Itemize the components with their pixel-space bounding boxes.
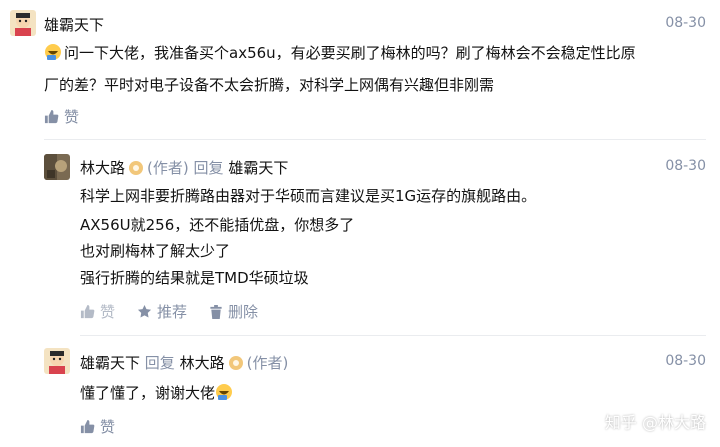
comment-line: 强行折腾的结果就是TMD华硕垃圾 xyxy=(80,269,309,287)
comment-date: 08-30 xyxy=(665,353,706,369)
comment-line: 也对刷梅林了解太少了 xyxy=(80,242,231,260)
comment-author[interactable]: 雄霸天下 xyxy=(80,354,140,372)
like-button[interactable]: 赞 xyxy=(80,301,115,322)
comment-line: 懂了懂了，谢谢大佬 xyxy=(80,384,216,402)
author-tag: (作者) xyxy=(147,159,189,177)
comment-author[interactable]: 雄霸天下 xyxy=(44,14,104,35)
thumbs-up-icon xyxy=(80,419,95,434)
comment-actions: 赞 xyxy=(44,106,79,127)
zhihu-watermark: 知乎 @林大路 xyxy=(604,413,706,432)
trash-icon xyxy=(209,304,223,319)
divider xyxy=(80,335,706,336)
like-label: 赞 xyxy=(100,418,116,436)
avatar[interactable] xyxy=(44,154,70,180)
comment-line: 问一下大佬，我准备买个ax56u，有必要买刷了梅林的吗？刷了梅林会不会稳定性比原 xyxy=(64,44,636,62)
like-button[interactable]: 赞 xyxy=(44,106,79,127)
avatar[interactable] xyxy=(44,348,70,374)
reply-to-user[interactable]: 雄霸天下 xyxy=(228,159,288,177)
laughing-emoji-icon xyxy=(44,43,62,61)
comment-line: AX56U就256，还不能插优盘，你想多了 xyxy=(80,216,355,234)
laughing-emoji-icon xyxy=(215,383,233,401)
delete-label: 删除 xyxy=(228,303,259,321)
reply-to-user[interactable]: 林大路 xyxy=(180,354,225,372)
avatar[interactable] xyxy=(10,10,36,36)
like-label: 赞 xyxy=(100,303,116,321)
recommend-button[interactable]: 推荐 xyxy=(137,301,187,322)
comment-date: 08-30 xyxy=(665,158,706,174)
like-button[interactable]: 赞 xyxy=(80,416,115,437)
star-icon xyxy=(137,304,152,319)
comment-date: 08-30 xyxy=(665,15,706,31)
author-badge-icon xyxy=(228,356,243,370)
comment-actions: 赞 推荐 删除 xyxy=(80,301,258,322)
comment-line: 科学上网非要折腾路由器对于华硕而言建议是买1G运存的旗舰路由。 xyxy=(80,187,537,205)
reply-word: 回复 xyxy=(144,354,175,372)
divider xyxy=(44,139,706,140)
comment-author[interactable]: 林大路 xyxy=(80,159,125,177)
comment-text: 懂了懂了，谢谢大佬 xyxy=(80,380,235,406)
reply-word: 回复 xyxy=(193,159,224,177)
reply-to-tag: (作者) xyxy=(246,354,289,372)
comment-actions: 赞 xyxy=(80,416,115,437)
author-badge-icon xyxy=(129,161,144,175)
delete-button[interactable]: 删除 xyxy=(209,301,258,322)
thumbs-up-icon xyxy=(44,109,59,124)
recommend-label: 推荐 xyxy=(157,303,188,321)
comment-line: 厂的差？平时对电子设备不太会折腾，对科学上网偶有兴趣但非刚需 xyxy=(44,76,495,94)
comment-header: 雄霸天下 回复 林大路 (作者) xyxy=(80,352,288,373)
comment-header: 林大路 (作者) 回复 雄霸天下 xyxy=(80,157,288,178)
thumbs-up-icon xyxy=(80,304,95,319)
comment-text: 问一下大佬，我准备买个ax56u，有必要买刷了梅林的吗？刷了梅林会不会稳定性比原 xyxy=(44,40,636,66)
like-label: 赞 xyxy=(64,108,80,126)
